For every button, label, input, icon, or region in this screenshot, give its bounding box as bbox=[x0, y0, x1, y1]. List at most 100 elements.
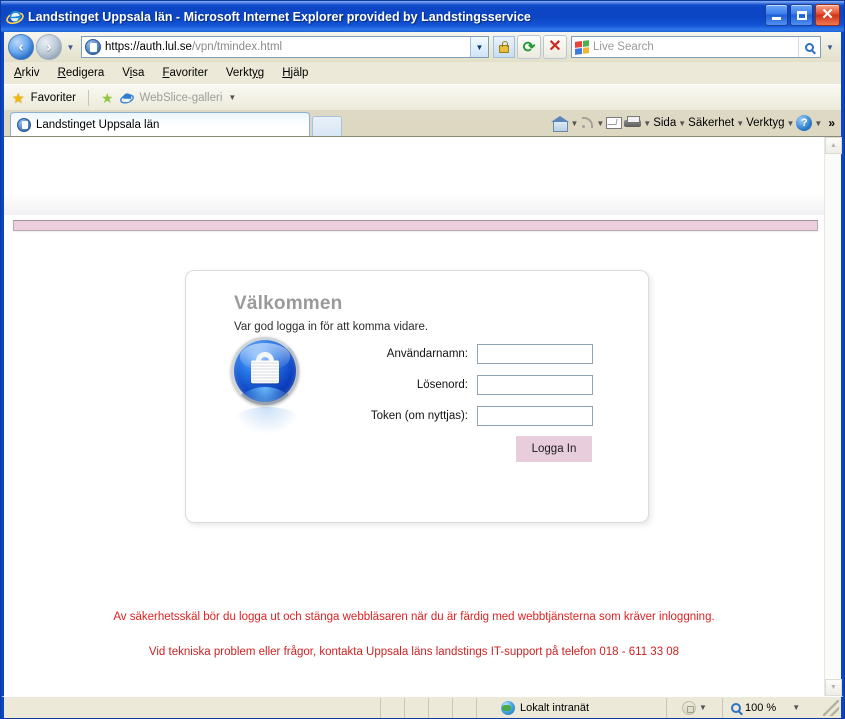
zoom-icon bbox=[731, 702, 741, 713]
menu-item-favoriter[interactable]: Favoriter bbox=[162, 67, 207, 79]
status-bar: Lokalt intranät ▼ 100 % ▼ bbox=[1, 696, 844, 718]
scroll-down-button[interactable]: ▼ bbox=[825, 679, 842, 696]
search-icon bbox=[805, 42, 814, 52]
lock-reflection bbox=[233, 407, 301, 435]
chevron-down-icon: ▼ bbox=[699, 703, 707, 712]
maximize-button[interactable] bbox=[790, 4, 813, 26]
address-dropdown-button[interactable]: ▼ bbox=[470, 37, 488, 57]
feeds-button[interactable]: ▼ bbox=[580, 116, 604, 130]
login-card: Välkommen Var god logga in för att komma… bbox=[185, 270, 649, 523]
padlock-illustration bbox=[231, 337, 303, 437]
padlock-icon bbox=[499, 40, 509, 53]
search-box[interactable]: Live Search bbox=[571, 36, 821, 58]
username-label: Användarnamn: bbox=[386, 348, 468, 360]
globe-icon bbox=[501, 700, 515, 715]
page-subtitle: Var god logga in för att komma vidare. bbox=[234, 321, 429, 333]
ssl-lock-button[interactable] bbox=[493, 36, 515, 58]
chevron-down-icon[interactable]: ▼ bbox=[643, 119, 651, 128]
refresh-button[interactable]: ⟳ bbox=[517, 35, 541, 59]
close-button[interactable]: ✕ bbox=[815, 4, 840, 26]
chevron-down-icon: ▼ bbox=[736, 118, 745, 128]
zoom-level-control[interactable]: 100 % ▼ bbox=[723, 699, 841, 716]
password-input[interactable] bbox=[477, 375, 593, 395]
search-input[interactable]: Live Search bbox=[593, 41, 798, 53]
minimize-button[interactable] bbox=[765, 4, 788, 26]
login-button[interactable]: Logga In bbox=[516, 436, 592, 462]
url-scheme: https:// bbox=[105, 41, 140, 53]
zoom-level-label: 100 % bbox=[745, 701, 777, 714]
printer-icon bbox=[624, 116, 642, 130]
forward-button[interactable]: › bbox=[36, 34, 62, 60]
browser-window: Landstinget Uppsala län - Microsoft Inte… bbox=[0, 0, 845, 719]
internet-explorer-icon bbox=[6, 10, 24, 24]
arrow-left-icon: ‹ bbox=[18, 38, 24, 56]
toolbar-separator bbox=[87, 89, 89, 106]
status-cell-4 bbox=[453, 697, 477, 718]
new-tab-button[interactable] bbox=[312, 116, 342, 136]
menu-item-redigera[interactable]: Redigera bbox=[58, 67, 105, 79]
toolbar-overflow-button[interactable]: » bbox=[828, 116, 835, 130]
url-host: auth.lul.se bbox=[139, 41, 192, 53]
tools-menu-label: Verktyg bbox=[746, 117, 785, 129]
token-field-row: Token (om nyttjas): bbox=[323, 405, 593, 427]
tab-landstinget-uppsala-lan[interactable]: Landstinget Uppsala län bbox=[10, 112, 310, 136]
menu-item-visa[interactable]: Visa bbox=[122, 67, 144, 79]
resize-grip[interactable] bbox=[823, 699, 839, 716]
address-bar[interactable]: https://auth.lul.se/vpn/tmindex.html ▼ bbox=[81, 36, 489, 58]
minimize-icon bbox=[772, 16, 781, 20]
chevron-down-icon: ▼ bbox=[814, 118, 823, 128]
safety-menu-button[interactable]: Säkerhet ▼ bbox=[688, 117, 744, 129]
password-field-row: Lösenord: bbox=[323, 374, 593, 396]
close-icon: ✕ bbox=[821, 6, 834, 23]
webslice-gallery-link[interactable]: WebSlice-galleri bbox=[140, 92, 223, 104]
search-submit-button[interactable] bbox=[798, 37, 820, 57]
favorites-button-label[interactable]: Favoriter bbox=[31, 92, 76, 104]
help-menu-button[interactable]: ? ▼ bbox=[796, 115, 822, 131]
username-field-row: Användarnamn: bbox=[323, 343, 593, 365]
chevron-down-icon[interactable]: ▼ bbox=[596, 119, 604, 128]
menu-item-hjalp[interactable]: Hjälp bbox=[282, 67, 308, 79]
maximize-icon bbox=[796, 10, 807, 20]
chevron-down-icon: ▼ bbox=[830, 684, 837, 691]
vertical-scrollbar[interactable]: ▲ ▼ bbox=[824, 137, 842, 696]
protected-mode-indicator[interactable]: ▼ bbox=[667, 697, 723, 718]
arrow-right-icon: › bbox=[46, 38, 52, 56]
menu-item-arkiv[interactable]: Arkiv bbox=[14, 67, 40, 79]
chevron-down-icon: ▼ bbox=[66, 42, 75, 52]
read-mail-button[interactable] bbox=[606, 117, 623, 129]
scroll-up-button[interactable]: ▲ bbox=[825, 137, 842, 154]
page-accent-bar bbox=[13, 220, 818, 231]
home-button[interactable]: ▼ bbox=[551, 115, 578, 132]
command-bar: ▼ ▼ ▼ Sida ▼ Säkerhet ▼ Verktyg ▼ ? ▼ » bbox=[551, 110, 841, 136]
help-icon: ? bbox=[796, 115, 813, 131]
page-viewport: Välkommen Var god logga in för att komma… bbox=[4, 136, 842, 696]
shield-lock-icon bbox=[682, 700, 697, 715]
close-x-icon: ✕ bbox=[548, 38, 562, 55]
chevron-down-icon[interactable]: ▼ bbox=[228, 93, 236, 102]
add-to-favorites-bar-icon[interactable]: ★ bbox=[101, 91, 114, 105]
tools-menu-button[interactable]: Verktyg ▼ bbox=[746, 117, 794, 129]
window-caption-buttons: ✕ bbox=[765, 4, 840, 26]
chevron-down-icon[interactable]: ▼ bbox=[792, 703, 800, 712]
stop-button[interactable]: ✕ bbox=[543, 35, 567, 59]
rss-feed-icon bbox=[580, 116, 594, 130]
chevron-down-icon: ▼ bbox=[475, 42, 484, 52]
username-input[interactable] bbox=[477, 344, 593, 364]
recent-pages-button[interactable]: ▼ bbox=[64, 34, 77, 60]
url-path: /vpn/tmindex.html bbox=[191, 41, 283, 53]
chevron-down-icon: ▼ bbox=[826, 42, 834, 52]
window-titlebar: Landstinget Uppsala län - Microsoft Inte… bbox=[1, 1, 844, 32]
address-bar-text: https://auth.lul.se/vpn/tmindex.html bbox=[105, 41, 470, 53]
security-zone-indicator[interactable]: Lokalt intranät bbox=[477, 697, 667, 718]
chevron-down-icon: ▼ bbox=[678, 118, 687, 128]
back-button[interactable]: ‹ bbox=[8, 34, 34, 60]
menu-item-verktyg[interactable]: Verktyg bbox=[226, 67, 264, 79]
home-icon bbox=[551, 115, 570, 132]
page-menu-button[interactable]: Sida ▼ bbox=[653, 117, 686, 129]
favicon-icon bbox=[17, 117, 31, 132]
print-button[interactable]: ▼ bbox=[624, 116, 651, 130]
chevron-down-icon[interactable]: ▼ bbox=[570, 119, 578, 128]
window-title: Landstinget Uppsala län - Microsoft Inte… bbox=[28, 9, 531, 24]
token-input[interactable] bbox=[477, 406, 593, 426]
search-options-button[interactable]: ▼ bbox=[823, 43, 837, 52]
